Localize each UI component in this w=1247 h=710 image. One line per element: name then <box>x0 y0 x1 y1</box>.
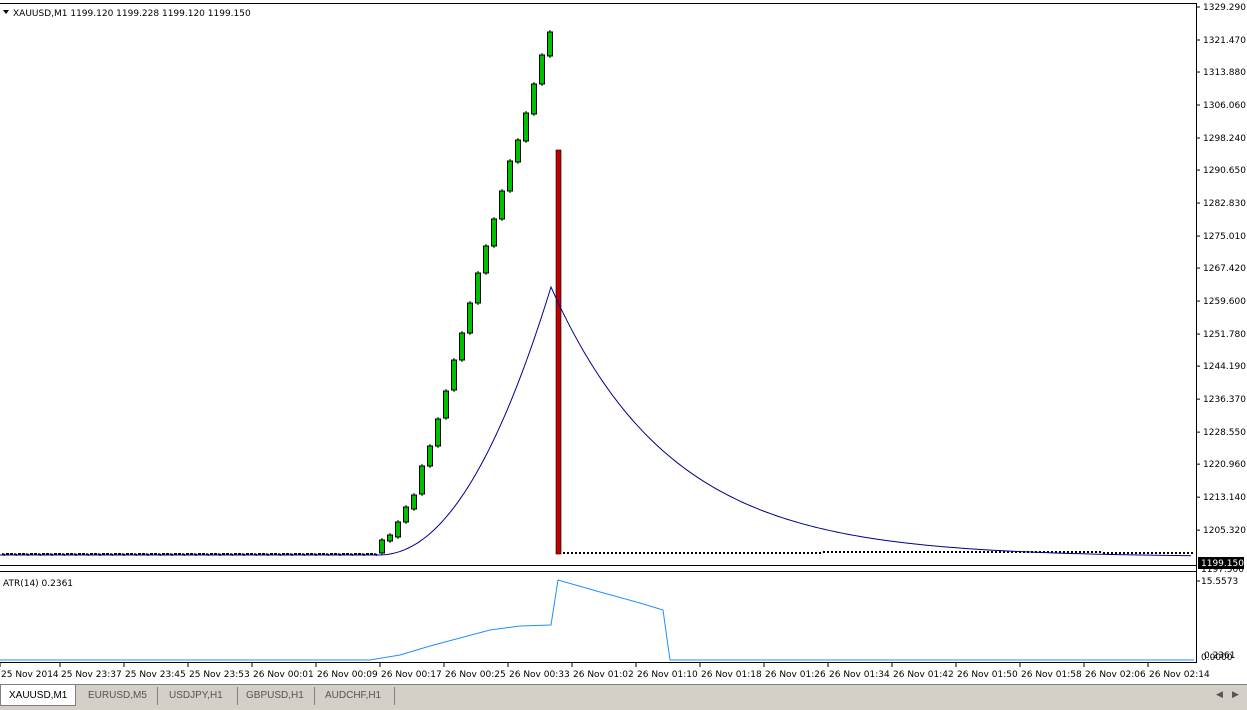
chart-tab-bar: XAUUSD,M1 EURUSD,M5 USDJPY,H1 GBPUSD,H1 … <box>0 684 1247 710</box>
price-tick-label: 1251.780 <box>1203 330 1246 340</box>
price-tick-label: 1244.190 <box>1203 362 1246 372</box>
bull-candle <box>443 390 449 419</box>
time-tick-label: 26 Nov 01:10 <box>637 670 698 680</box>
time-tick-label: 26 Nov 01:02 <box>573 670 634 680</box>
time-tick-label: 26 Nov 00:33 <box>509 670 570 680</box>
bull-candle <box>515 139 521 163</box>
time-tick-label: 26 Nov 01:58 <box>1021 670 1082 680</box>
time-tick-label: 26 Nov 00:09 <box>317 670 378 680</box>
atr-tick-current: 0.2361 <box>1204 651 1236 661</box>
bull-candle <box>451 359 457 391</box>
tab-eurusd-m5[interactable]: EURUSD,M5 <box>80 687 158 705</box>
bull-candle <box>483 245 489 274</box>
time-tick-label: 26 Nov 00:17 <box>381 670 442 680</box>
bull-candle <box>419 465 425 495</box>
tab-label: XAUUSD,M1 <box>9 690 68 701</box>
time-tick-label: 25 Nov 2014 <box>1 670 59 680</box>
price-tick-label: 1298.240 <box>1203 134 1246 144</box>
price-tick-label: 1259.600 <box>1203 297 1246 307</box>
bull-candle <box>491 218 497 247</box>
price-tick-label: 1321.470 <box>1203 36 1246 46</box>
bull-candle <box>403 506 409 523</box>
price-tick-label: 1236.370 <box>1203 395 1246 405</box>
price-tick-label: 1267.420 <box>1203 264 1246 274</box>
tab-audchf-h1[interactable]: AUDCHF,H1 <box>317 687 395 705</box>
bull-candle <box>499 190 505 220</box>
time-tick-label: 26 Nov 01:18 <box>701 670 762 680</box>
bull-candle <box>475 272 481 304</box>
tab-label: USDJPY,H1 <box>169 690 223 701</box>
time-tick-label: 25 Nov 23:37 <box>61 670 122 680</box>
price-tick-label: 1313.880 <box>1203 68 1246 78</box>
bull-candle <box>507 160 513 192</box>
time-tick-label: 26 Nov 01:26 <box>765 670 826 680</box>
time-axis: 25 Nov 2014 25 Nov 23:37 25 Nov 23:45 25 No… <box>0 663 1210 680</box>
atr-tick-max: 15.5573 <box>1201 577 1238 587</box>
atr-title: ATR(14) 0.2361 <box>3 579 73 589</box>
tab-label: EURUSD,M5 <box>88 690 147 701</box>
arrow-right-icon[interactable]: ▶ <box>1232 690 1239 700</box>
price-tick-label: 1290.650 <box>1203 166 1246 176</box>
bull-candle <box>427 445 433 467</box>
price-tick-label: 1329.290 <box>1203 3 1246 13</box>
time-tick-label: 26 Nov 02:14 <box>1149 670 1210 680</box>
bull-candle <box>395 521 401 538</box>
tab-xauusd-m1[interactable]: XAUUSD,M1 <box>0 685 76 706</box>
price-tick-label: 1228.550 <box>1203 428 1246 438</box>
atr-series-group <box>0 579 1194 661</box>
time-tick-label: 26 Nov 02:06 <box>1085 670 1146 680</box>
time-tick-label: 25 Nov 23:45 <box>125 670 186 680</box>
tab-gbpusd-h1[interactable]: GBPUSD,H1 <box>238 687 315 705</box>
price-tick-label: 1282.830 <box>1203 199 1246 209</box>
tab-label: AUDCHF,H1 <box>325 690 382 701</box>
price-tick-label: 1275.010 <box>1203 232 1246 242</box>
bear-spike-bar <box>555 149 562 555</box>
price-tick-label: 1205.320 <box>1203 526 1246 536</box>
indicator-line <box>0 285 1192 557</box>
bull-candle <box>531 83 537 115</box>
tab-label: GBPUSD,H1 <box>246 690 304 701</box>
bull-candle <box>379 539 385 554</box>
bull-candle <box>467 302 473 334</box>
price-tick-label: 1213.140 <box>1203 493 1246 503</box>
bull-candle <box>411 494 417 510</box>
time-tick-label: 25 Nov 23:53 <box>189 670 250 680</box>
time-tick-label: 26 Nov 00:25 <box>445 670 506 680</box>
time-tick-label: 26 Nov 01:50 <box>957 670 1018 680</box>
bull-candle <box>387 534 393 542</box>
bull-candle <box>547 31 553 57</box>
chart-symbol-title: XAUUSD,M1 1199.120 1199.228 1199.120 119… <box>13 9 251 19</box>
triangle-down-icon[interactable] <box>3 10 9 14</box>
tab-usdjpy-h1[interactable]: USDJPY,H1 <box>161 687 238 705</box>
arrow-left-icon[interactable]: ◀ <box>1216 690 1223 700</box>
atr-line <box>0 579 1194 661</box>
time-tick-label: 26 Nov 01:34 <box>829 670 890 680</box>
price-axis: 1329.290 1321.470 1313.880 1306.060 1298.240… <box>1196 3 1246 536</box>
time-tick-label: 26 Nov 01:42 <box>893 670 954 680</box>
current-price-label: 1199.150 <box>1201 559 1244 569</box>
price-tick-label: 1220.960 <box>1203 460 1246 470</box>
main-series-group <box>0 30 1193 557</box>
bull-candle <box>523 112 529 142</box>
chart-area[interactable]: 1329.290 1321.470 1313.880 1306.060 1298.240… <box>0 0 1247 684</box>
price-tick-label: 1306.060 <box>1203 101 1246 111</box>
bull-candle <box>539 54 545 85</box>
bull-candle <box>435 418 441 447</box>
time-tick-label: 26 Nov 00:01 <box>253 670 314 680</box>
bull-candle <box>459 332 465 361</box>
